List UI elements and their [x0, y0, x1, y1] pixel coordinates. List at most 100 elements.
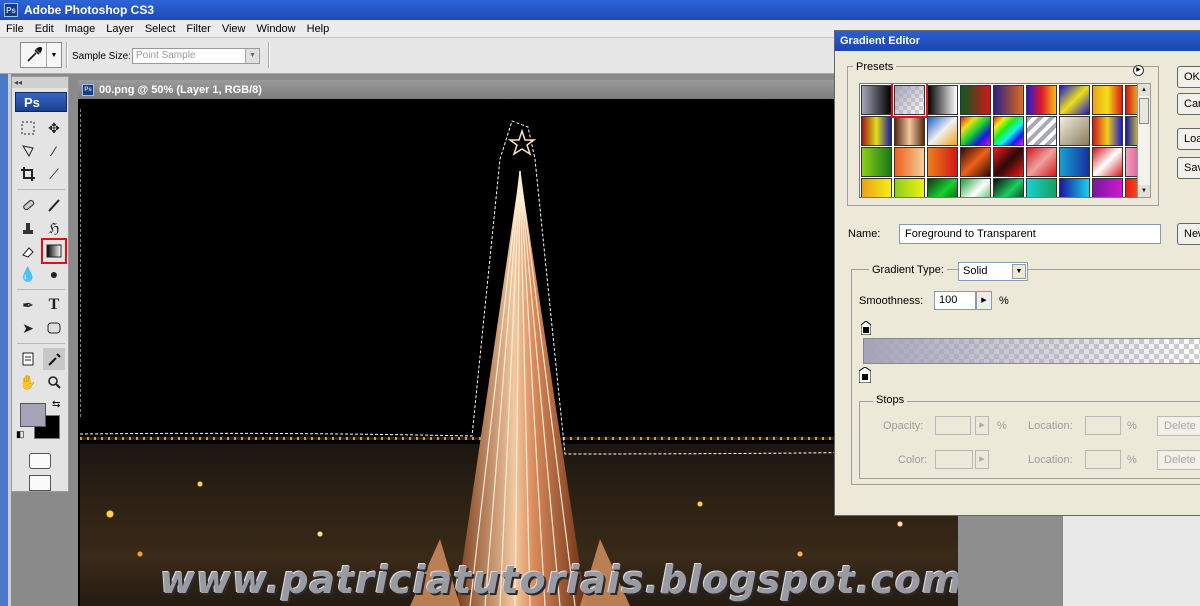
type-tool-icon[interactable]: T: [43, 294, 65, 316]
collapse-panel-icon[interactable]: ◂◂: [12, 77, 68, 88]
default-colors-icon[interactable]: ◧: [16, 429, 25, 440]
delete-opacity-stop-button[interactable]: Delete: [1157, 416, 1200, 436]
swap-colors-icon[interactable]: ⇆: [52, 399, 60, 410]
clone-stamp-tool-icon[interactable]: [17, 217, 39, 239]
preset-swatch[interactable]: [1092, 116, 1123, 146]
brush-tool-icon[interactable]: [43, 194, 65, 216]
marquee-tool-icon[interactable]: [17, 117, 39, 139]
sample-size-select[interactable]: Point Sample ▼: [132, 48, 260, 64]
foreground-color-swatch[interactable]: [20, 403, 46, 427]
screen-mode-button[interactable]: [29, 475, 51, 491]
preset-swatch[interactable]: [1092, 147, 1123, 177]
load-button[interactable]: Load...: [1177, 128, 1200, 150]
menu-layer[interactable]: Layer: [106, 23, 134, 35]
healing-brush-tool-icon[interactable]: [17, 194, 39, 216]
preset-swatch[interactable]: [960, 178, 991, 197]
notes-tool-icon[interactable]: [17, 348, 39, 370]
hand-tool-icon[interactable]: ✋: [17, 371, 39, 393]
move-tool-icon[interactable]: ✥: [43, 117, 65, 139]
opacity-slider-arrow-icon[interactable]: ▶: [975, 416, 989, 435]
menu-help[interactable]: Help: [307, 23, 330, 35]
menu-edit[interactable]: Edit: [35, 23, 54, 35]
preset-swatch[interactable]: [894, 116, 925, 146]
preset-swatch[interactable]: [861, 116, 892, 146]
pen-tool-icon[interactable]: ✒: [17, 294, 39, 316]
toolbox-logo[interactable]: Ps: [15, 92, 67, 112]
dialog-title[interactable]: Gradient Editor: [835, 31, 1200, 51]
color-location-field[interactable]: [1085, 450, 1121, 469]
eraser-tool-icon[interactable]: [17, 240, 39, 262]
preset-swatch[interactable]: [993, 85, 1024, 115]
history-brush-tool-icon[interactable]: ℌ: [43, 217, 65, 239]
color-menu-arrow-icon[interactable]: ▶: [975, 450, 989, 469]
menu-image[interactable]: Image: [65, 23, 96, 35]
gradient-tool-icon[interactable]: [41, 238, 67, 264]
ok-button[interactable]: OK: [1177, 66, 1200, 88]
preset-swatch[interactable]: [1026, 85, 1057, 115]
preset-swatch[interactable]: [993, 178, 1024, 197]
cancel-button[interactable]: Cancel: [1177, 93, 1200, 115]
smoothness-field[interactable]: 100: [934, 291, 976, 310]
preset-swatch[interactable]: [1026, 147, 1057, 177]
blur-tool-icon[interactable]: 💧: [17, 263, 39, 285]
gradient-preview-bar[interactable]: [863, 338, 1200, 364]
eyedropper-tool-icon[interactable]: [43, 348, 65, 370]
opacity-stop-icon[interactable]: [861, 321, 871, 335]
menu-filter[interactable]: Filter: [186, 23, 210, 35]
menu-window[interactable]: Window: [257, 23, 296, 35]
preset-swatch[interactable]: [894, 178, 925, 197]
gradient-name-field[interactable]: Foreground to Transparent: [899, 224, 1161, 244]
scroll-up-icon[interactable]: ▲: [1138, 84, 1150, 96]
color-stop-icon[interactable]: [859, 367, 871, 383]
crop-tool-icon[interactable]: [17, 163, 39, 185]
save-button[interactable]: Save...: [1177, 157, 1200, 179]
menu-select[interactable]: Select: [145, 23, 176, 35]
scroll-down-icon[interactable]: ▼: [1138, 185, 1150, 197]
menu-view[interactable]: View: [222, 23, 246, 35]
preset-swatch[interactable]: [861, 85, 892, 115]
path-selection-tool-icon[interactable]: ➤: [17, 317, 39, 339]
document-tab[interactable]: Ps 00.png @ 50% (Layer 1, RGB/8): [78, 80, 958, 99]
preset-swatch[interactable]: [927, 116, 958, 146]
preset-swatch[interactable]: [927, 85, 958, 115]
preset-swatch[interactable]: [927, 147, 958, 177]
preset-swatch[interactable]: [861, 178, 892, 197]
scroll-thumb[interactable]: [1139, 98, 1149, 124]
presets-scrollbar[interactable]: ▲ ▼: [1137, 83, 1151, 198]
menu-file[interactable]: File: [6, 23, 24, 35]
slice-tool-icon[interactable]: ⟋: [43, 163, 65, 185]
preset-swatch[interactable]: [960, 116, 991, 146]
preset-swatch[interactable]: [1059, 116, 1090, 146]
preset-swatch[interactable]: [861, 147, 892, 177]
image-canvas[interactable]: [80, 99, 958, 606]
preset-swatch-selected[interactable]: [891, 84, 928, 118]
preset-swatch[interactable]: [1059, 178, 1090, 197]
preset-swatch[interactable]: [1092, 178, 1123, 197]
magic-wand-tool-icon[interactable]: ⁄: [43, 140, 65, 162]
preset-swatch[interactable]: [1026, 116, 1057, 146]
delete-color-stop-button[interactable]: Delete: [1157, 450, 1200, 470]
lasso-tool-icon[interactable]: [17, 140, 39, 162]
preset-swatch[interactable]: [993, 116, 1024, 146]
preset-swatch[interactable]: [993, 147, 1024, 177]
opacity-location-field[interactable]: [1085, 416, 1121, 435]
preset-swatch[interactable]: [1059, 147, 1090, 177]
preset-swatch[interactable]: [1092, 85, 1123, 115]
shape-tool-icon[interactable]: [43, 317, 65, 339]
gradient-type-select[interactable]: Solid ▼: [958, 262, 1028, 281]
presets-menu-icon[interactable]: ▶: [1133, 65, 1144, 76]
quick-mask-button[interactable]: [29, 453, 51, 469]
preset-swatch[interactable]: [927, 178, 958, 197]
new-button[interactable]: New: [1177, 223, 1200, 245]
preset-swatch[interactable]: [960, 147, 991, 177]
preset-swatch[interactable]: [894, 147, 925, 177]
stop-color-swatch[interactable]: [935, 450, 973, 469]
opacity-field[interactable]: [935, 416, 971, 435]
preset-swatch[interactable]: [1059, 85, 1090, 115]
smoothness-slider-arrow-icon[interactable]: ▶: [976, 291, 992, 310]
dodge-tool-icon[interactable]: ●: [43, 263, 65, 285]
preset-swatch[interactable]: [1026, 178, 1057, 197]
preset-swatch[interactable]: [960, 85, 991, 115]
zoom-tool-icon[interactable]: [43, 371, 65, 393]
tool-preset-picker[interactable]: ▼: [20, 42, 62, 68]
